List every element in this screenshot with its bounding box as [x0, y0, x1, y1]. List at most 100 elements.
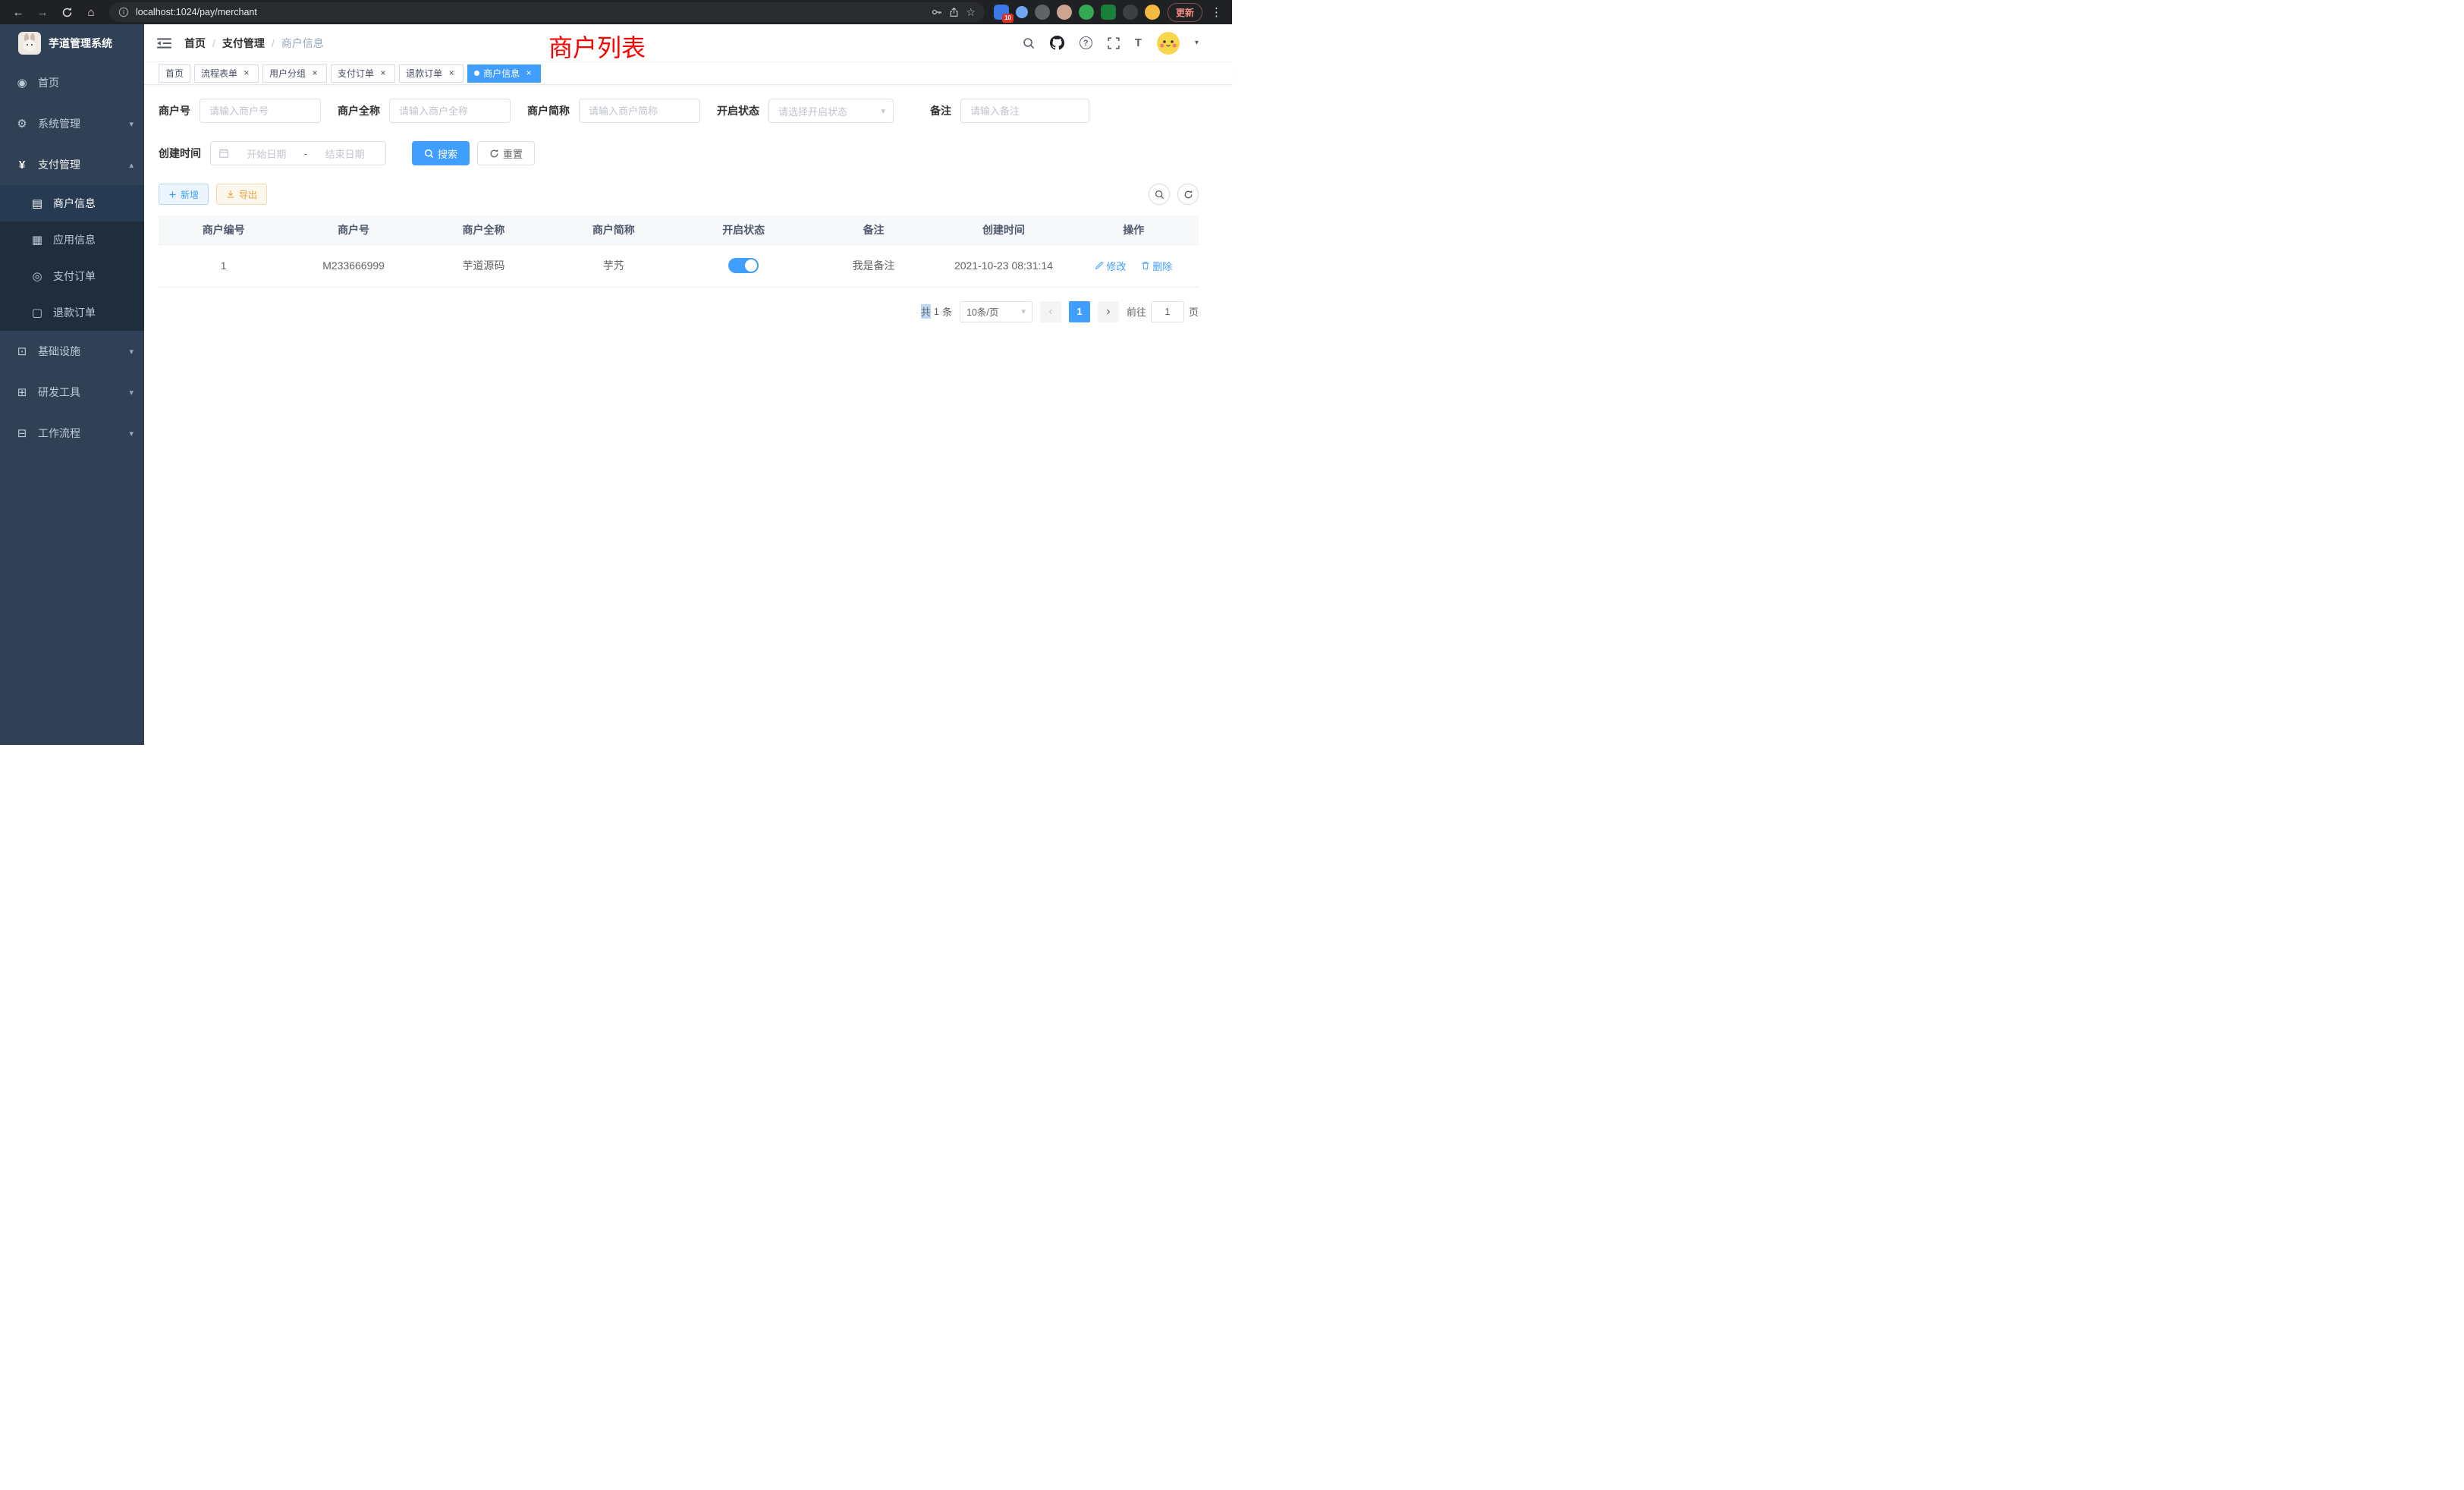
close-icon[interactable]: ×	[241, 68, 252, 79]
edit-link-label: 修改	[1106, 259, 1126, 273]
page-size-select[interactable]: 10条/页 ▾	[960, 301, 1032, 322]
site-info-icon[interactable]	[118, 7, 129, 17]
column-header: 商户简称	[548, 215, 678, 244]
sidebar-item-infrastructure[interactable]: ⊡ 基础设施 ▾	[0, 331, 144, 372]
github-icon[interactable]	[1050, 36, 1064, 50]
close-icon[interactable]: ×	[446, 68, 457, 79]
sidebar-item-dev-tools[interactable]: ⊞ 研发工具 ▾	[0, 372, 144, 413]
address-bar[interactable]: localhost:1024/pay/merchant ☆	[109, 2, 985, 22]
app-window: 芋道管理系统 ◉ 首页 ⚙ 系统管理 ▾ ¥ 支付管理 ▴ ▤ 商户信息 ▦ 应…	[0, 24, 1232, 745]
close-icon[interactable]: ×	[310, 68, 320, 79]
logo-avatar	[18, 32, 41, 55]
app-logo[interactable]: 芋道管理系统	[0, 24, 144, 62]
breadcrumb-home[interactable]: 首页	[184, 36, 206, 51]
sidebar-item-home[interactable]: ◉ 首页	[0, 62, 144, 103]
sidebar-item-label: 支付订单	[53, 269, 96, 284]
extension-icon[interactable]	[1101, 5, 1116, 20]
tab-home[interactable]: 首页	[159, 64, 190, 83]
chevron-right-icon: ›	[1106, 305, 1110, 319]
sidebar-fold-icon[interactable]	[156, 35, 172, 52]
sidebar-item-system[interactable]: ⚙ 系统管理 ▾	[0, 103, 144, 144]
add-button[interactable]: 新增	[159, 184, 209, 205]
app-header: 首页 / 支付管理 / 商户信息 商户列表 ? T ▾	[144, 24, 1232, 62]
browser-menu-icon[interactable]: ⋮	[1211, 5, 1222, 19]
extension-icon[interactable]	[1035, 5, 1050, 20]
forward-button[interactable]: →	[33, 2, 52, 22]
pagination-jumper: 前往 页	[1127, 301, 1199, 322]
chevron-up-icon: ▴	[129, 160, 134, 170]
browser-update-button[interactable]: 更新	[1168, 3, 1202, 22]
table-row: 1 M233666999 芋道源码 芋艿 我是备注 2021-10-23 08:…	[159, 244, 1199, 287]
sidebar-item-label: 商户信息	[53, 196, 96, 211]
toggle-search-button[interactable]	[1149, 184, 1170, 205]
profile-avatar-icon[interactable]	[1145, 5, 1160, 20]
chevron-down-icon: ▾	[129, 429, 134, 439]
search-button[interactable]: 搜索	[412, 141, 470, 165]
tab-label: 商户信息	[483, 67, 520, 80]
field-label: 商户号	[159, 103, 190, 118]
pagination-total: 共 1 条	[921, 304, 952, 319]
tab-refund-order[interactable]: 退款订单 ×	[399, 64, 464, 83]
tab-process-form[interactable]: 流程表单×	[194, 64, 259, 83]
goto-page-input[interactable]	[1151, 301, 1184, 322]
tab-label: 首页	[165, 67, 184, 80]
full-name-input[interactable]	[389, 99, 511, 123]
status-select[interactable]: 请选择开启状态 ▾	[768, 99, 894, 123]
sidebar-item-app-info[interactable]: ▦ 应用信息	[0, 222, 144, 258]
extension-icon[interactable]	[1123, 5, 1138, 20]
sidebar-item-workflow[interactable]: ⊟ 工作流程 ▾	[0, 413, 144, 454]
merchant-no-input[interactable]	[200, 99, 321, 123]
date-separator: -	[304, 148, 307, 159]
user-avatar[interactable]	[1157, 32, 1180, 55]
sidebar-item-merchant-info[interactable]: ▤ 商户信息	[0, 185, 144, 222]
short-name-input[interactable]	[579, 99, 700, 123]
export-button[interactable]: 导出	[216, 184, 267, 205]
remark-input[interactable]	[960, 99, 1089, 123]
field-label: 备注	[930, 103, 951, 118]
search-icon[interactable]	[1023, 37, 1035, 49]
next-page-button[interactable]: ›	[1098, 301, 1119, 322]
close-icon[interactable]: ×	[378, 68, 388, 79]
sidebar-item-refund-order[interactable]: ▢ 退款订单	[0, 294, 144, 331]
bookmark-star-icon[interactable]: ☆	[966, 6, 976, 19]
tab-user-group[interactable]: 用户分组×	[262, 64, 327, 83]
password-key-icon[interactable]	[932, 7, 942, 17]
pagination: 共 1 条 10条/页 ▾ ‹ 1 › 前往 页	[159, 301, 1199, 322]
filter-short-name: 商户简称	[527, 99, 700, 123]
prev-page-button[interactable]: ‹	[1040, 301, 1061, 322]
delete-link[interactable]: 删除	[1141, 259, 1172, 273]
breadcrumb-pay[interactable]: 支付管理	[222, 36, 265, 51]
dashboard-icon: ◉	[15, 76, 29, 90]
sidebar-item-pay-order[interactable]: ◎ 支付订单	[0, 258, 144, 294]
help-icon[interactable]: ?	[1080, 36, 1092, 49]
font-size-icon[interactable]: T	[1135, 36, 1142, 49]
sidebar-item-label: 应用信息	[53, 232, 96, 247]
document-icon: ▢	[30, 306, 44, 319]
close-icon[interactable]: ×	[523, 68, 534, 79]
tab-merchant-info[interactable]: 商户信息×	[467, 64, 541, 83]
date-range-picker[interactable]: 开始日期 - 结束日期	[210, 141, 386, 165]
page-1-button[interactable]: 1	[1069, 301, 1090, 322]
back-button[interactable]: ←	[8, 2, 28, 22]
url-text[interactable]: localhost:1024/pay/merchant	[136, 7, 925, 17]
sidebar-item-label: 系统管理	[38, 116, 80, 131]
share-icon[interactable]	[949, 7, 959, 17]
reload-button[interactable]	[57, 2, 77, 22]
sidebar-item-payment[interactable]: ¥ 支付管理 ▴	[0, 144, 144, 185]
tab-label: 退款订单	[406, 67, 442, 80]
extension-icon[interactable]	[1057, 5, 1072, 20]
reset-button[interactable]: 重置	[477, 141, 535, 165]
extension-icon[interactable]: 10	[994, 5, 1009, 20]
extension-icon[interactable]	[1016, 6, 1028, 18]
fullscreen-icon[interactable]	[1108, 37, 1120, 49]
home-button[interactable]: ⌂	[81, 2, 101, 22]
chevron-down-icon: ▾	[129, 388, 134, 398]
edit-link[interactable]: 修改	[1095, 259, 1126, 273]
status-toggle[interactable]	[728, 258, 759, 273]
tab-pay-order[interactable]: 支付订单×	[331, 64, 395, 83]
extension-icon[interactable]	[1079, 5, 1094, 20]
gear-icon: ⚙	[15, 117, 29, 130]
chevron-down-icon[interactable]: ▾	[1195, 39, 1199, 47]
refresh-button[interactable]	[1177, 184, 1199, 205]
merchant-table: 商户编号 商户号 商户全称 商户简称 开启状态 备注 创建时间 操作 1 M23…	[159, 215, 1199, 288]
